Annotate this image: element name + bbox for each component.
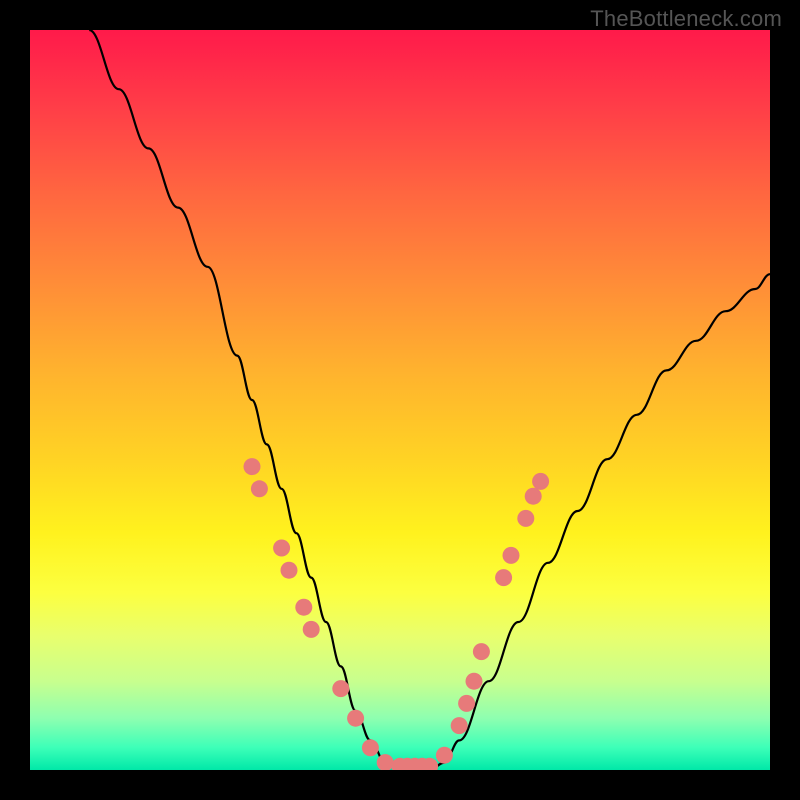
- chart-svg: [30, 30, 770, 770]
- data-marker: [466, 673, 483, 690]
- markers-group: [244, 458, 550, 770]
- data-marker: [273, 540, 290, 557]
- data-marker: [332, 680, 349, 697]
- data-marker: [281, 562, 298, 579]
- bottleneck-curve: [89, 30, 770, 770]
- data-marker: [517, 510, 534, 527]
- data-marker: [295, 599, 312, 616]
- data-marker: [436, 747, 453, 764]
- data-marker: [347, 710, 364, 727]
- watermark-text: TheBottleneck.com: [590, 6, 782, 32]
- plot-area: [30, 30, 770, 770]
- data-marker: [303, 621, 320, 638]
- data-marker: [458, 695, 475, 712]
- data-marker: [503, 547, 520, 564]
- curve-group: [89, 30, 770, 770]
- data-marker: [473, 643, 490, 660]
- data-marker: [525, 488, 542, 505]
- data-marker: [495, 569, 512, 586]
- data-marker: [532, 473, 549, 490]
- data-marker: [451, 717, 468, 734]
- data-marker: [251, 480, 268, 497]
- data-marker: [362, 739, 379, 756]
- data-marker: [244, 458, 261, 475]
